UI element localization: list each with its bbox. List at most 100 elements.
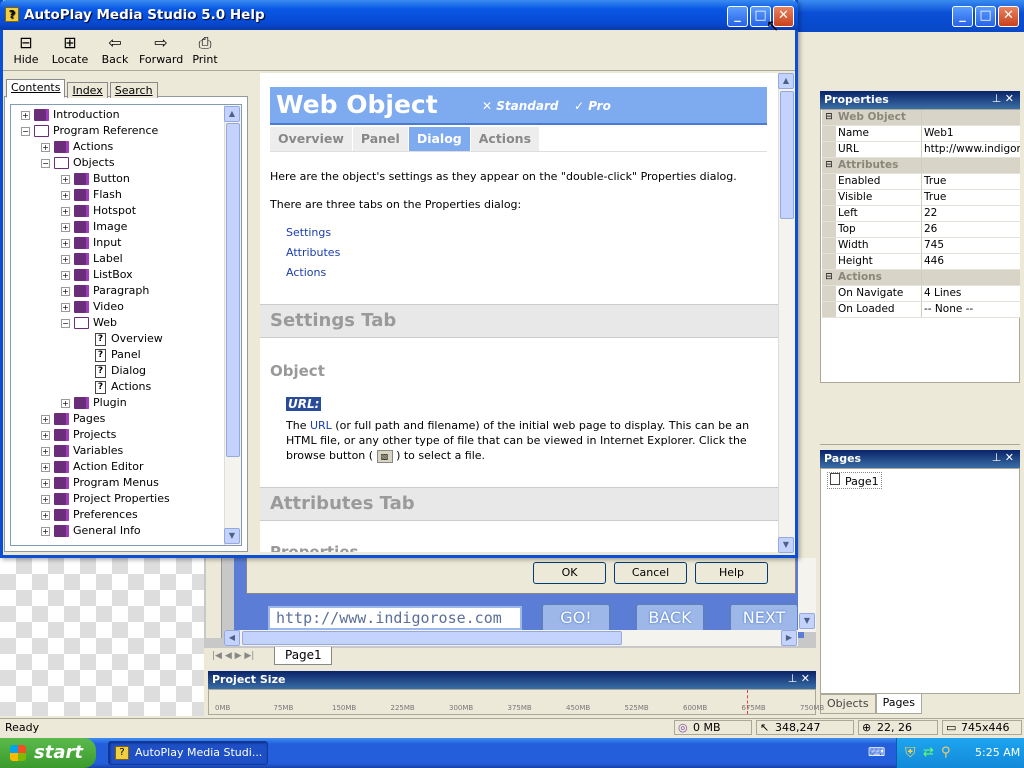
- property-value[interactable]: -- None --: [922, 302, 1020, 317]
- tree-item[interactable]: + Label: [61, 251, 123, 267]
- expand-icon[interactable]: +: [41, 510, 50, 520]
- print-button[interactable]: ⎙ Print: [183, 33, 227, 69]
- tab-index[interactable]: Index: [67, 82, 108, 98]
- tree-page[interactable]: ? Actions: [95, 379, 151, 395]
- expand-icon[interactable]: +: [61, 286, 70, 296]
- tab-pages[interactable]: Pages: [875, 694, 922, 714]
- tab-search[interactable]: Search: [109, 82, 158, 98]
- preview-url-input[interactable]: http://www.indigorose.com: [268, 606, 522, 630]
- tree-scroll-thumb[interactable]: [226, 123, 240, 457]
- tree-vscroll[interactable]: [224, 105, 241, 545]
- expand-icon[interactable]: +: [61, 238, 70, 248]
- expand-icon[interactable]: +: [61, 254, 70, 264]
- property-value[interactable]: 22: [922, 206, 1020, 221]
- page-tab[interactable]: Page1: [274, 647, 332, 665]
- keyboard-icon[interactable]: ⌨: [868, 745, 885, 759]
- collapse-icon[interactable]: ⊟: [822, 158, 836, 173]
- link-actions[interactable]: Actions: [286, 266, 326, 279]
- expand-icon[interactable]: +: [61, 190, 70, 200]
- collapse-icon[interactable]: −: [21, 126, 30, 136]
- canvas-scroll-right[interactable]: ▶: [781, 630, 797, 646]
- content-scroll-down[interactable]: ▼: [778, 537, 794, 553]
- tree-item[interactable]: + Program Menus: [41, 475, 159, 491]
- page-item[interactable]: Page1: [827, 472, 882, 489]
- hide-button[interactable]: ⊟ Hide: [4, 33, 48, 69]
- tree-item[interactable]: + Project Properties: [41, 491, 170, 507]
- tree-item[interactable]: + Pages: [41, 411, 105, 427]
- expand-icon[interactable]: +: [61, 222, 70, 232]
- expand-icon[interactable]: +: [61, 174, 70, 184]
- property-value[interactable]: [922, 270, 1020, 285]
- app-maximize-button[interactable]: □: [975, 6, 996, 27]
- forward-nav-button[interactable]: ⇨ Forward: [139, 33, 183, 69]
- app-close-button[interactable]: ✕: [998, 6, 1019, 27]
- expand-icon[interactable]: +: [41, 478, 50, 488]
- property-row[interactable]: On Navigate 4 Lines: [822, 286, 1020, 302]
- tree-item[interactable]: + Hotspot: [61, 203, 136, 219]
- tree-objects[interactable]: − Objects: [41, 155, 115, 171]
- property-row[interactable]: Height 446: [822, 254, 1020, 270]
- content-tab-overview[interactable]: Overview: [270, 127, 353, 151]
- expand-icon[interactable]: +: [61, 302, 70, 312]
- expand-icon[interactable]: +: [61, 398, 70, 408]
- tree-item[interactable]: + Video: [61, 299, 124, 315]
- start-button[interactable]: start: [0, 738, 96, 768]
- content-tab-panel[interactable]: Panel: [352, 127, 409, 151]
- property-row[interactable]: URLhttp://www.indigorose: [822, 142, 1020, 158]
- property-group[interactable]: ⊟ Attributes: [822, 158, 1020, 174]
- property-value[interactable]: http://www.indigorose: [922, 142, 1020, 157]
- property-row[interactable]: Visible True: [822, 190, 1020, 206]
- property-value[interactable]: [922, 158, 1020, 173]
- shield-icon[interactable]: ⛨: [905, 738, 916, 768]
- pane-splitter[interactable]: [250, 73, 256, 553]
- tree-page[interactable]: ? Overview: [95, 331, 163, 347]
- content-tab-actions[interactable]: Actions: [470, 127, 541, 151]
- help-minimize-button[interactable]: _: [727, 6, 748, 27]
- expand-icon[interactable]: +: [41, 414, 50, 424]
- property-group[interactable]: ⊟ Actions: [822, 270, 1020, 286]
- canvas-scroll-left[interactable]: ◀: [224, 630, 240, 646]
- tree-item[interactable]: + Paragraph: [61, 283, 149, 299]
- property-row[interactable]: Width 745: [822, 238, 1020, 254]
- tree-item[interactable]: + Flash: [61, 187, 122, 203]
- expand-icon[interactable]: +: [61, 206, 70, 216]
- network-icon[interactable]: ⇄: [923, 738, 934, 768]
- help-button[interactable]: Help: [695, 562, 768, 584]
- content-scroll-up[interactable]: ▲: [778, 73, 794, 89]
- search-icon[interactable]: ⚲: [941, 738, 951, 768]
- expand-icon[interactable]: +: [41, 430, 50, 440]
- url-link[interactable]: URL: [310, 419, 332, 432]
- collapse-icon[interactable]: ⊟: [822, 110, 836, 125]
- expand-icon[interactable]: +: [41, 526, 50, 536]
- next-button[interactable]: NEXT: [729, 603, 799, 633]
- property-row[interactable]: Enabled True: [822, 174, 1020, 190]
- property-row[interactable]: Left 22: [822, 206, 1020, 222]
- tree-web[interactable]: − Web: [61, 315, 117, 331]
- tree-item[interactable]: + Preferences: [41, 507, 138, 523]
- collapse-icon[interactable]: −: [61, 318, 70, 328]
- property-row[interactable]: On Loaded -- None --: [822, 302, 1020, 318]
- link-attributes[interactable]: Attributes: [286, 246, 340, 259]
- expand-icon[interactable]: +: [21, 110, 30, 120]
- content-scroll-thumb[interactable]: [780, 91, 794, 219]
- go-button[interactable]: GO!: [541, 603, 611, 633]
- locate-button[interactable]: ⊞ Locate: [48, 33, 92, 69]
- tree-item[interactable]: + Projects: [41, 427, 116, 443]
- expand-icon[interactable]: +: [61, 270, 70, 280]
- property-value[interactable]: 26: [922, 222, 1020, 237]
- canvas-scroll-down[interactable]: ▼: [799, 613, 815, 629]
- tree-page[interactable]: ? Panel: [95, 347, 141, 363]
- tree-item[interactable]: + Image: [61, 219, 127, 235]
- tab-contents[interactable]: Contents: [6, 79, 66, 98]
- canvas-hscroll[interactable]: [224, 630, 798, 646]
- property-value[interactable]: True: [922, 174, 1020, 189]
- content-vscroll[interactable]: [778, 73, 795, 553]
- property-row[interactable]: Top 26: [822, 222, 1020, 238]
- property-group[interactable]: ⊟ Web Object: [822, 110, 1020, 126]
- canvas-hscroll-thumb[interactable]: [242, 631, 622, 645]
- expand-icon[interactable]: +: [41, 462, 50, 472]
- property-value[interactable]: True: [922, 190, 1020, 205]
- ok-button[interactable]: OK: [533, 562, 606, 584]
- tree-actions[interactable]: + Actions: [41, 139, 113, 155]
- tree-item[interactable]: + Button: [61, 171, 130, 187]
